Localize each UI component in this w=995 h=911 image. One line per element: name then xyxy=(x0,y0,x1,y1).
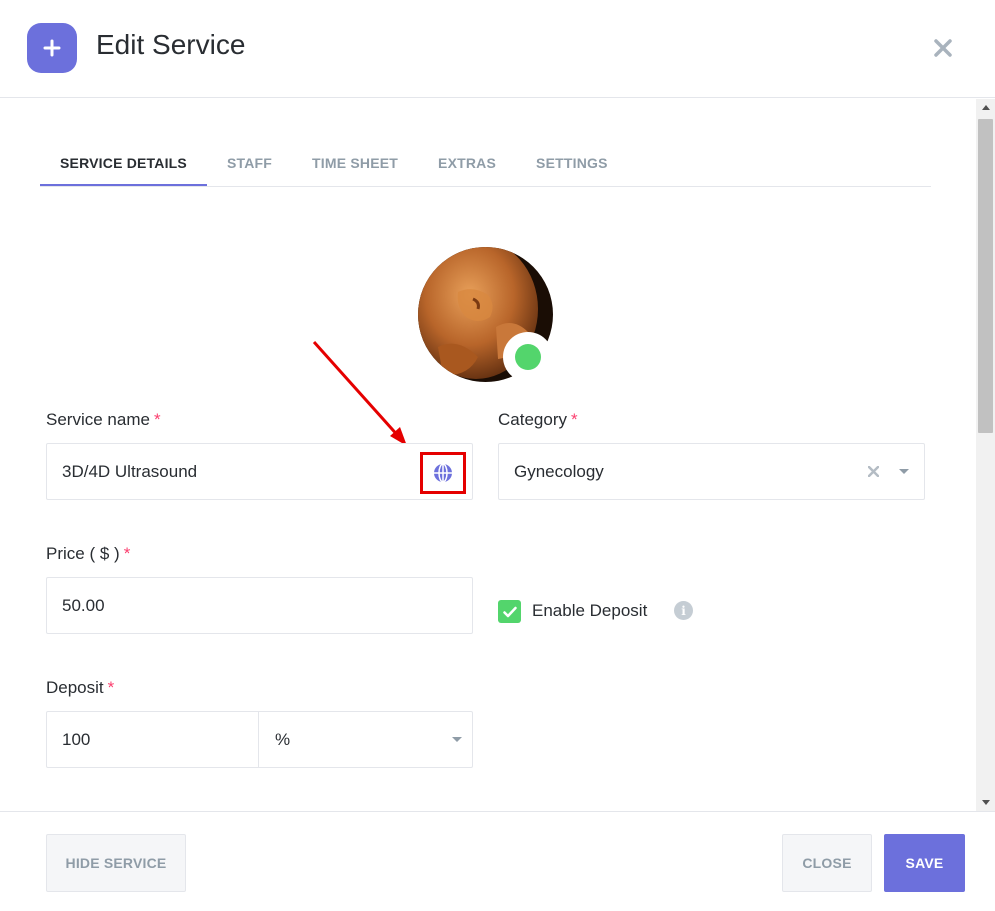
category-value: Gynecology xyxy=(514,461,604,481)
tab-staff[interactable]: STAFF xyxy=(207,140,292,186)
close-button[interactable]: CLOSE xyxy=(782,834,872,892)
deposit-amount-input[interactable]: 100 xyxy=(62,730,259,750)
modal-title: Edit Service xyxy=(96,29,246,60)
tab-extras[interactable]: EXTRAS xyxy=(418,140,516,186)
modal-footer: HIDE SERVICE CLOSE SAVE xyxy=(0,811,995,911)
modal-header: Edit Service xyxy=(0,0,995,98)
status-dot xyxy=(515,344,541,370)
scroll-down-arrow-icon[interactable] xyxy=(976,794,995,811)
scrollbar-thumb[interactable] xyxy=(978,119,993,433)
service-name-input[interactable]: 3D/4D Ultrasound xyxy=(46,443,473,500)
globe-icon xyxy=(434,463,452,483)
tab-settings[interactable]: SETTINGS xyxy=(516,140,628,186)
translate-button[interactable] xyxy=(420,452,466,494)
tab-bar: SERVICE DETAILS STAFF TIME SHEET EXTRAS … xyxy=(40,140,931,187)
vertical-scrollbar[interactable] xyxy=(976,99,995,811)
scroll-up-arrow-icon[interactable] xyxy=(976,99,995,116)
chevron-down-icon[interactable] xyxy=(452,737,462,742)
category-label: Category * xyxy=(498,410,578,429)
price-input[interactable]: 50.00 xyxy=(46,577,473,634)
enable-deposit-label[interactable]: Enable Deposit xyxy=(532,601,647,621)
deposit-label: Deposit * xyxy=(46,678,115,697)
deposit-unit-select[interactable]: % xyxy=(259,730,472,750)
check-icon xyxy=(502,606,517,617)
tab-service-details[interactable]: SERVICE DETAILS xyxy=(40,140,207,186)
save-button[interactable]: SAVE xyxy=(884,834,965,892)
plus-icon xyxy=(27,23,77,73)
service-name-label: Service name * xyxy=(46,410,161,429)
category-select[interactable]: Gynecology xyxy=(498,443,925,500)
service-name-value: 3D/4D Ultrasound xyxy=(62,461,198,481)
clear-icon[interactable] xyxy=(866,464,880,478)
price-value: 50.00 xyxy=(62,595,105,615)
tab-time-sheet[interactable]: TIME SHEET xyxy=(292,140,418,186)
info-icon[interactable]: i xyxy=(674,601,693,620)
annotation-arrow-icon xyxy=(312,340,407,446)
deposit-group: 100 % xyxy=(46,711,473,768)
deposit-divider xyxy=(258,712,259,767)
price-label: Price ( $ ) * xyxy=(46,544,131,563)
chevron-down-icon[interactable] xyxy=(899,469,909,474)
hide-service-button[interactable]: HIDE SERVICE xyxy=(46,834,186,892)
status-indicator xyxy=(503,332,553,382)
close-icon[interactable] xyxy=(930,35,956,61)
enable-deposit-checkbox[interactable] xyxy=(498,600,521,623)
